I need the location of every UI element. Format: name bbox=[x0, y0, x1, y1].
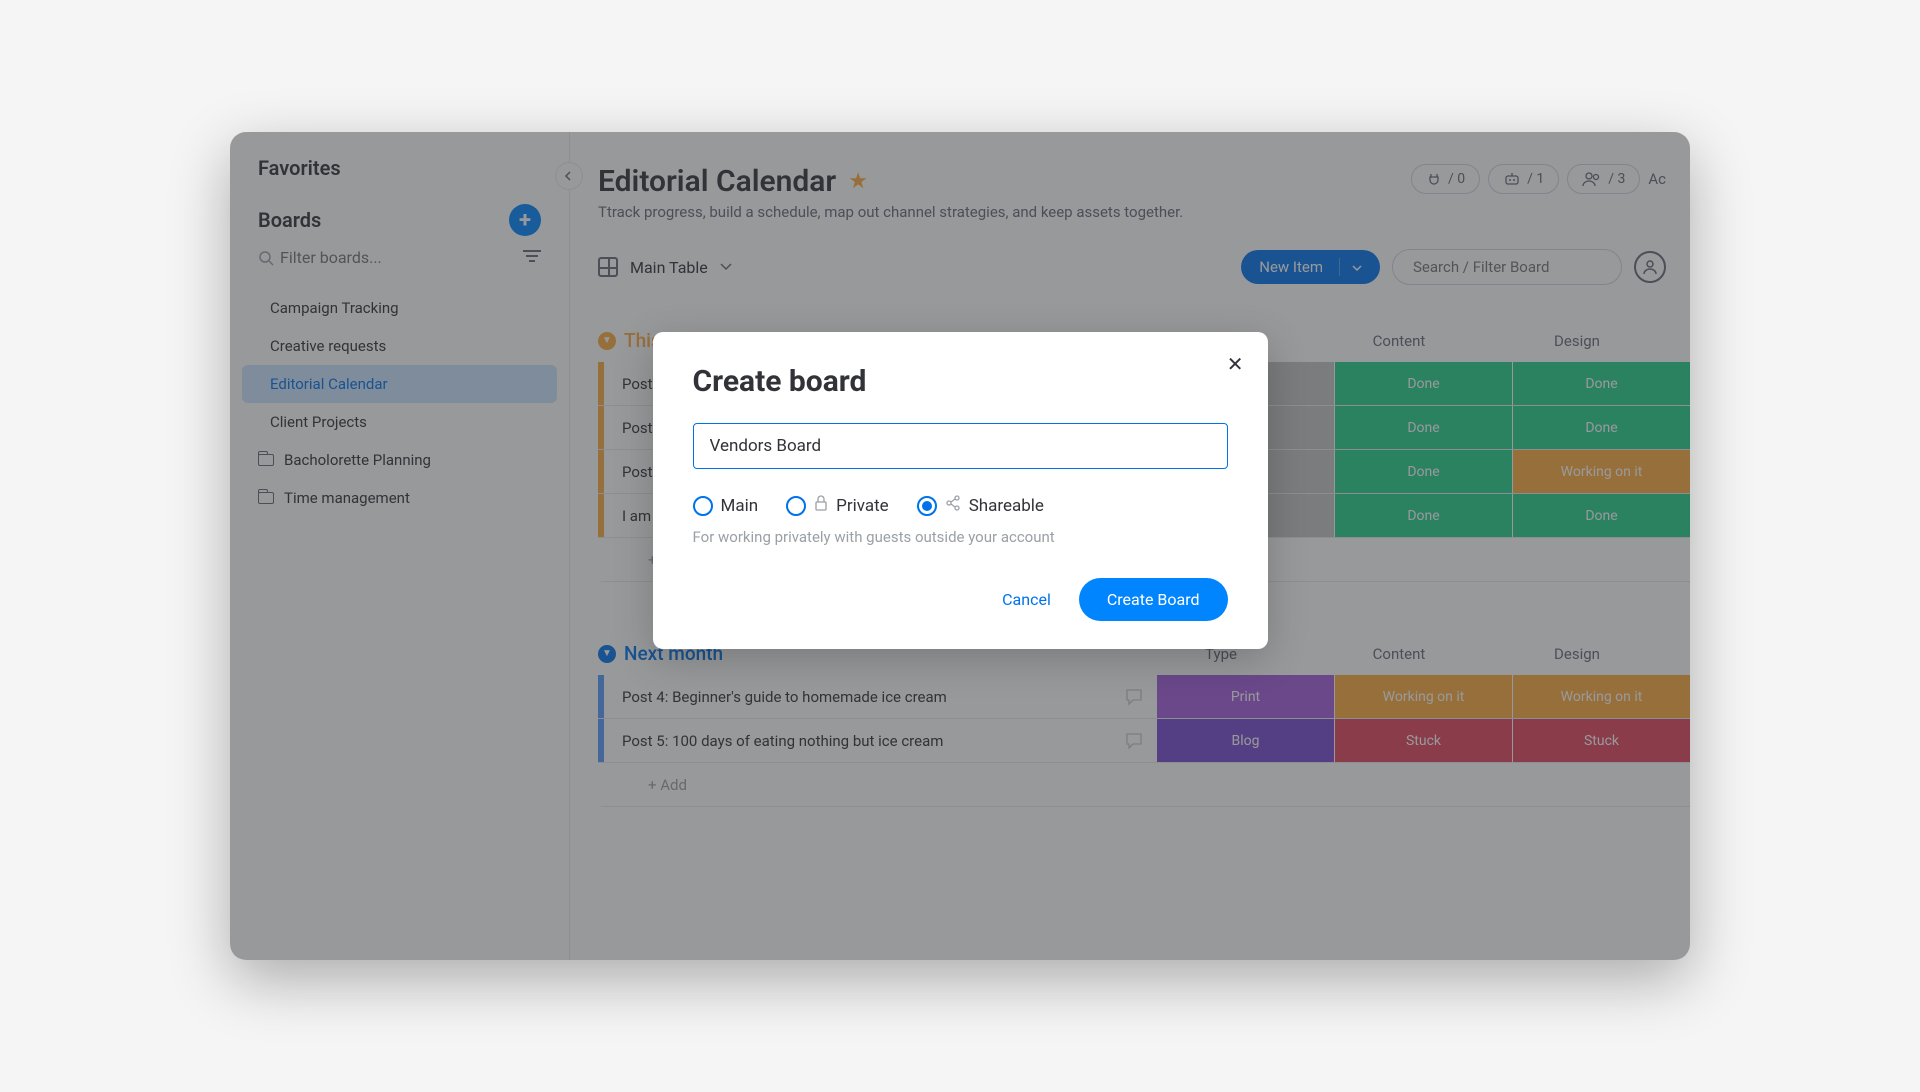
modal-help-text: For working privately with guests outsid… bbox=[693, 528, 1228, 546]
radio-label: Shareable bbox=[969, 496, 1044, 516]
radio-label: Private bbox=[836, 496, 889, 516]
close-button[interactable]: ✕ bbox=[1227, 352, 1244, 376]
modal-title: Create board bbox=[693, 364, 1228, 399]
create-board-button[interactable]: Create Board bbox=[1079, 578, 1228, 621]
create-board-modal: ✕ Create board Main Private Shareable bbox=[653, 332, 1268, 649]
share-icon bbox=[945, 495, 961, 516]
radio-private[interactable]: Private bbox=[786, 495, 889, 516]
lock-icon bbox=[814, 495, 828, 516]
radio-shareable[interactable]: Shareable bbox=[917, 495, 1044, 516]
radio-label: Main bbox=[721, 496, 759, 516]
board-name-input[interactable] bbox=[693, 423, 1228, 469]
cancel-button[interactable]: Cancel bbox=[1002, 590, 1051, 609]
radio-icon bbox=[917, 496, 937, 516]
radio-icon bbox=[693, 496, 713, 516]
radio-main[interactable]: Main bbox=[693, 495, 759, 516]
app-window: Favorites Boards + Campaign Tracking Cre… bbox=[230, 132, 1690, 960]
radio-icon bbox=[786, 496, 806, 516]
modal-overlay[interactable]: ✕ Create board Main Private Shareable bbox=[230, 132, 1690, 960]
